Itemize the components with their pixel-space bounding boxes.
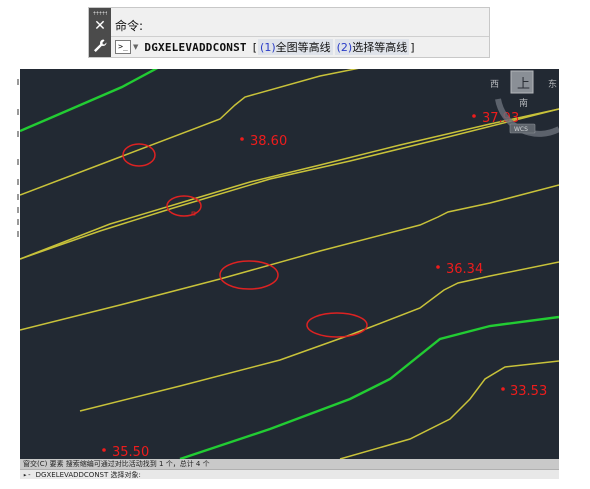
viewcube-west-label[interactable]: 西 [490,79,499,90]
elevation-point [240,137,244,141]
command-name: DGXELEVADDCONST [144,40,247,54]
option-label: 全图等高线 [275,41,331,54]
elevation-label: 36.34 [446,262,483,277]
command-panel: ✕ 命令: >_ ▼ DGXELEVADDCONST [ (1)全图等高线 (2… [88,7,490,58]
elevation-label: 38.60 [250,134,287,149]
chevron-down-icon[interactable]: ▼ [133,43,138,51]
viewcube-south-label[interactable]: 南 [519,97,528,109]
option-key: (2) [336,41,353,54]
elevation-label: 33.53 [510,384,547,399]
wcs-label: WCS [514,126,528,133]
elevation-point [501,387,505,391]
command-line-icon: ▸- [23,471,36,479]
wrench-icon[interactable] [92,38,108,54]
option-label: 选择等高线 [352,41,408,54]
bracket-close: ] [410,40,415,54]
command-input-line[interactable]: >_ ▼ DGXELEVADDCONST [ (1)全图等高线 (2)选择等高线… [115,39,415,55]
status-message: 窗交(C) 要素 搜索缩编可通过对比活动找到 1 个，总计 4 个 [20,459,559,469]
contour-yellow-bottom[interactable] [339,360,559,459]
divider [111,36,489,37]
elevation-point [102,448,106,452]
viewcube-east-label[interactable]: 东 [548,78,557,90]
command-prompt-icon[interactable]: >_ [115,40,131,54]
highlight-ellipse [122,143,156,167]
contour-yellow[interactable] [20,108,559,260]
elevation-label: 35.50 [112,445,149,459]
command-line[interactable]: ▸- DGXELEVADDCONST 选择对象: [20,469,559,479]
viewcube-top-label: 上 [517,77,530,92]
command-history: 命令: [115,19,144,33]
bracket-open: [ [252,40,258,54]
option-key: (1) [260,41,276,54]
highlight-ellipse [219,260,279,290]
contour-yellow[interactable] [20,69,365,196]
contour-green-upper[interactable] [20,69,163,133]
option-select-contours[interactable]: (2)选择等高线 [334,39,410,55]
contour-map: 38.60 37.93 36.34 33.53 35.50 上 西 东 南 WC… [20,69,559,459]
close-icon[interactable]: ✕ [89,18,111,34]
highlight-ellipse [306,312,368,338]
option-full-contours[interactable]: (1)全图等高线 [258,39,333,55]
drag-grip-icon[interactable] [93,11,107,15]
command-line-text: DGXELEVADDCONST 选择对象: [35,471,141,479]
command-panel-sidebar: ✕ [89,8,111,57]
contour-yellow[interactable] [20,184,559,331]
drawing-canvas[interactable]: 38.60 37.93 36.34 33.53 35.50 上 西 东 南 WC… [20,69,559,459]
elevation-point [472,114,476,118]
elevation-point [436,265,440,269]
contour-yellow-lower[interactable] [79,261,559,412]
contour-yellow[interactable] [20,108,559,260]
